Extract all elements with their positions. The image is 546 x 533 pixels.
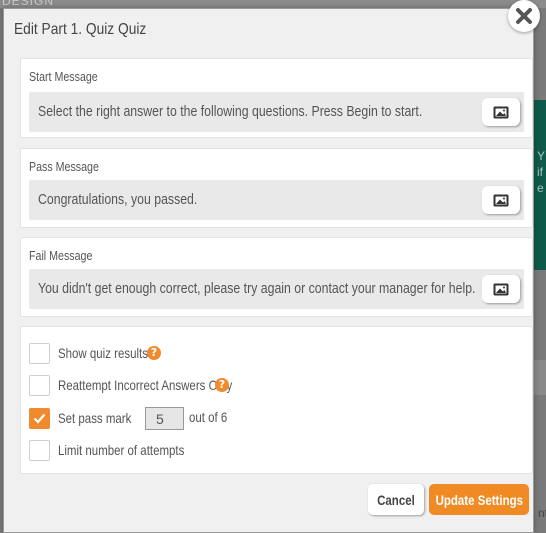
set-pass-mark-row: Set pass mark out of 6 <box>29 407 329 430</box>
pass-message-card: Pass Message Congratulations, you passed… <box>20 148 533 228</box>
check-icon <box>33 413 46 424</box>
fail-message-label: Fail Message <box>29 248 93 263</box>
pass-mark-input[interactable] <box>145 407 184 430</box>
start-message-text[interactable]: Select the right answer to the following… <box>38 103 422 120</box>
cancel-button-label: Cancel <box>377 491 415 508</box>
pass-message-image-button[interactable] <box>482 186 520 214</box>
reattempt-incorrect-help-icon[interactable]: ? <box>215 378 229 392</box>
fail-message-image-button[interactable] <box>482 275 520 303</box>
update-settings-button-label: Update Settings <box>435 491 523 508</box>
background-row <box>533 360 546 395</box>
limit-attempts-label: Limit number of attempts <box>58 442 185 458</box>
image-icon <box>493 194 509 206</box>
start-message-card: Start Message Select the right answer to… <box>20 58 533 138</box>
image-icon <box>493 283 509 295</box>
background-side-text: Y if e <box>537 149 546 195</box>
image-icon <box>493 106 509 118</box>
pass-mark-out-of: out of 6 <box>189 409 228 425</box>
background-bottom-text: nt <box>538 506 546 520</box>
modal-title: Edit Part 1. Quiz Quiz <box>14 21 147 38</box>
fail-message-card: Fail Message You didn't get enough corre… <box>20 237 533 317</box>
reattempt-incorrect-checkbox[interactable] <box>29 374 50 396</box>
pass-message-field[interactable]: Congratulations, you passed. <box>29 180 524 220</box>
start-message-field[interactable]: Select the right answer to the following… <box>29 92 524 132</box>
cancel-button[interactable]: Cancel <box>368 484 424 515</box>
set-pass-mark-checkbox[interactable] <box>29 407 50 429</box>
fail-message-field[interactable]: You didn't get enough correct, please tr… <box>29 269 524 309</box>
limit-attempts-checkbox[interactable] <box>29 439 50 461</box>
set-pass-mark-label: Set pass mark <box>58 410 132 426</box>
fail-message-text[interactable]: You didn't get enough correct, please tr… <box>38 280 475 297</box>
show-quiz-results-checkbox[interactable] <box>29 342 50 364</box>
pass-message-label: Pass Message <box>29 159 99 174</box>
reattempt-incorrect-label: Reattempt Incorrect Answers Only <box>58 377 233 393</box>
start-message-label: Start Message <box>29 69 98 84</box>
background-top-label: DESIGN <box>2 0 55 8</box>
show-quiz-results-label: Show quiz results <box>58 345 148 361</box>
limit-attempts-row: Limit number of attempts <box>29 439 212 461</box>
update-settings-button[interactable]: Update Settings <box>429 484 529 515</box>
close-button[interactable] <box>508 0 540 32</box>
quiz-options-card: Show quiz results ? Reattempt Incorrect … <box>20 326 533 474</box>
pass-message-text[interactable]: Congratulations, you passed. <box>38 191 197 208</box>
show-quiz-results-help-icon[interactable]: ? <box>147 346 161 360</box>
edit-quiz-modal: Edit Part 1. Quiz Quiz Start Message Sel… <box>3 8 534 533</box>
reattempt-incorrect-row: Reattempt Incorrect Answers Only <box>29 374 270 396</box>
close-icon <box>516 8 532 24</box>
start-message-image-button[interactable] <box>482 98 520 126</box>
background-top-strip <box>0 0 546 8</box>
